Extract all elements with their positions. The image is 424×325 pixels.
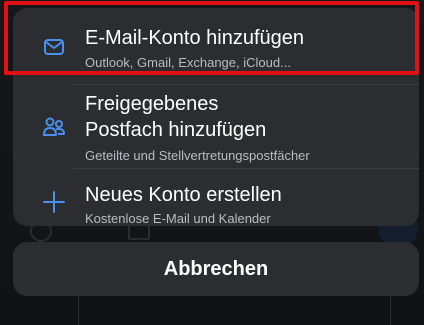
create-new-account-subtitle: Kostenlose E-Mail und Kalender [85,211,271,226]
add-email-account-title: E-Mail-Konto hinzufügen [85,27,305,49]
add-shared-mailbox-option[interactable]: Freigegebenes Postfach hinzufügen Geteil… [13,86,419,168]
create-new-account-option[interactable]: Neues Konto erstellen Kostenlose E-Mail … [13,170,419,226]
people-icon [43,117,65,136]
cancel-button[interactable]: Abbrechen [13,242,419,296]
add-shared-mailbox-subtitle: Geteilte und Stellvertretungspostfächer [85,148,310,163]
add-email-account-subtitle: Outlook, Gmail, Exchange, iCloud... [85,55,291,70]
create-new-account-title: Neues Konto erstellen [85,184,282,206]
cancel-button-label: Abbrechen [163,257,269,280]
mail-icon [44,39,64,55]
plus-icon [43,191,65,213]
background-rows [0,296,424,325]
add-account-action-sheet: E-Mail-Konto hinzufügen Outlook, Gmail, … [13,8,419,226]
divider [73,84,419,85]
add-shared-mailbox-title-line1: Freigegebenes [85,93,219,115]
add-email-account-option[interactable]: E-Mail-Konto hinzufügen Outlook, Gmail, … [13,8,419,82]
divider [73,168,419,169]
add-shared-mailbox-title-line2: Postfach hinzufügen [85,119,267,141]
